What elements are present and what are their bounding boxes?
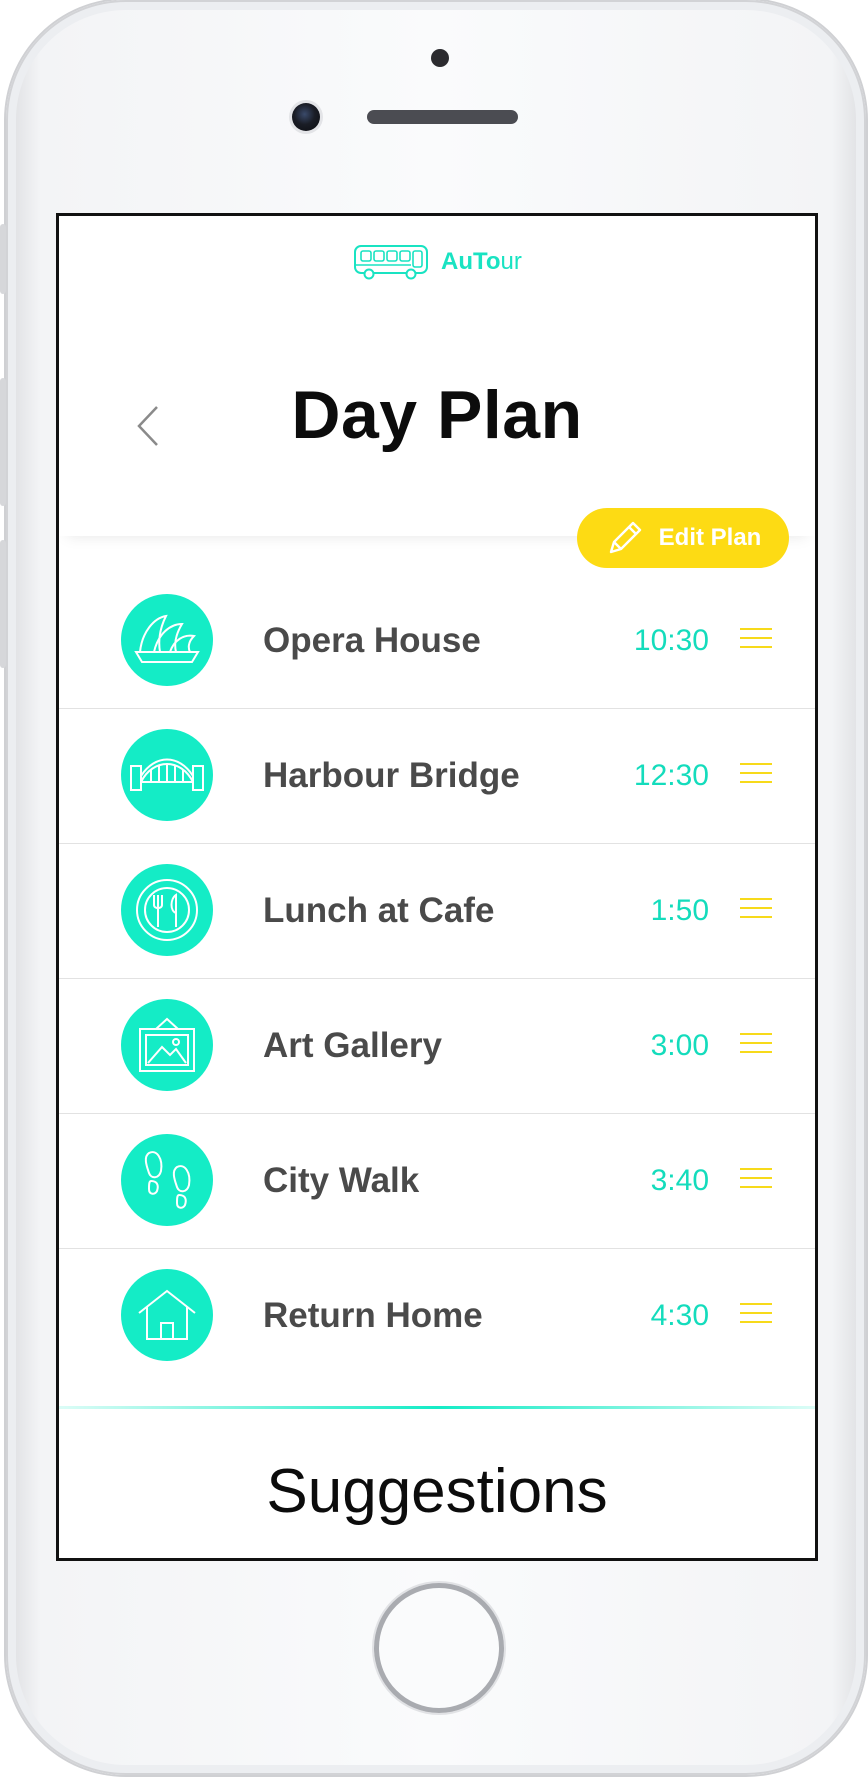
volume-down-button <box>0 540 6 668</box>
mute-switch <box>0 224 6 294</box>
edit-plan-button[interactable]: Edit Plan <box>577 508 789 568</box>
plan-item-name: Return Home <box>263 1296 483 1335</box>
plan-item-name: Art Gallery <box>263 1026 442 1065</box>
page-title: Day Plan <box>291 377 583 453</box>
pencil-icon <box>609 521 641 554</box>
plan-row-harbour-bridge[interactable]: Harbour Bridge 12:30 <box>59 708 815 843</box>
home-button[interactable] <box>374 1583 504 1713</box>
header: AuTour Day Plan <box>59 216 815 536</box>
plan-item-name: City Walk <box>263 1161 420 1200</box>
drag-handle-icon[interactable] <box>740 898 772 922</box>
plan-item-time: 12:30 <box>633 759 709 792</box>
edit-plan-label: Edit Plan <box>658 524 762 551</box>
plan-row-return-home[interactable]: Return Home 4:30 <box>59 1248 815 1383</box>
plan-item-name: Lunch at Cafe <box>263 891 495 930</box>
plan-row-opera-house[interactable]: Opera House 10:30 <box>59 574 815 708</box>
brand-name-bold: AuTo <box>441 248 501 275</box>
plan-item-time: 10:30 <box>633 624 709 657</box>
suggestions-heading: Suggestions <box>266 1457 608 1526</box>
opera-house-icon <box>121 594 213 686</box>
plan-item-time: 3:00 <box>650 1029 709 1062</box>
drag-handle-icon[interactable] <box>740 628 772 652</box>
plan-item-name: Harbour Bridge <box>263 756 520 795</box>
drag-handle-icon[interactable] <box>740 1168 772 1192</box>
house-icon <box>121 1269 213 1361</box>
plan-list: Opera House 10:30 Harbour Bridge 12:30 L… <box>59 574 815 1383</box>
plan-item-time: 4:30 <box>650 1299 709 1332</box>
brand-logo: AuTour <box>353 242 522 282</box>
plan-row-city-walk[interactable]: City Walk 3:40 <box>59 1113 815 1248</box>
bus-icon <box>354 245 428 280</box>
plate-cutlery-icon <box>121 864 213 956</box>
section-divider <box>59 1406 815 1409</box>
plan-row-lunch-at-cafe[interactable]: Lunch at Cafe 1:50 <box>59 843 815 978</box>
volume-up-button <box>0 378 6 506</box>
drag-handle-icon[interactable] <box>740 1303 772 1327</box>
footprints-icon <box>121 1134 213 1226</box>
plan-item-time: 1:50 <box>650 894 709 927</box>
plan-row-art-gallery[interactable]: Art Gallery 3:00 <box>59 978 815 1113</box>
plan-item-name: Opera House <box>263 621 481 660</box>
proximity-sensor <box>431 49 449 67</box>
plan-item-time: 3:40 <box>650 1164 709 1197</box>
drag-handle-icon[interactable] <box>740 1033 772 1057</box>
picture-frame-icon <box>121 999 213 1091</box>
front-camera <box>292 103 320 131</box>
drag-handle-icon[interactable] <box>740 763 772 787</box>
brand-name-light: ur <box>500 248 522 275</box>
bridge-icon <box>121 729 213 821</box>
app-screen: AuTour Day Plan Edit Plan Opera House 10… <box>56 213 818 1561</box>
earpiece-speaker <box>367 110 518 124</box>
